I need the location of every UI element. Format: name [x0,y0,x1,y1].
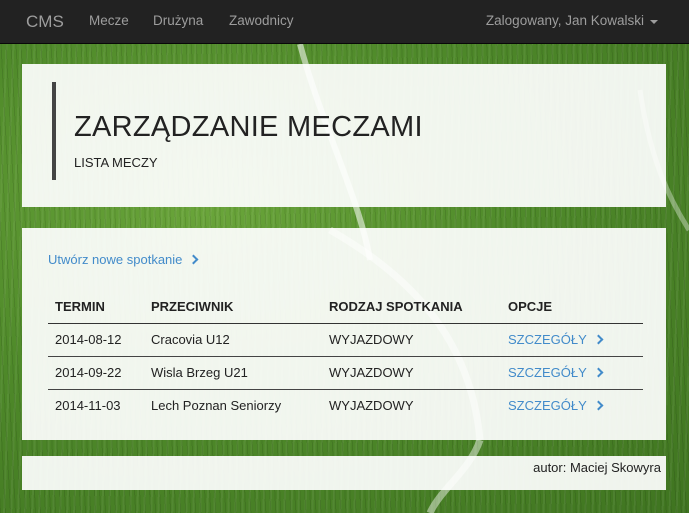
top-navbar: CMS Mecze Drużyna Zawodnicy Zalogowany, … [0,0,689,44]
match-type: WYJAZDOWY [322,356,501,390]
column-header-options: OPCJE [501,290,643,324]
create-match-link[interactable]: Utwórz nowe spotkanie [48,252,199,267]
page-header-panel: ZARZĄDZANIE MECZAMI LISTA MECZY [22,64,666,207]
chevron-right-icon [593,334,604,345]
match-opponent: Cracovia U12 [144,323,322,357]
author-credit: autor: Maciej Skowyra [533,460,661,475]
details-link[interactable]: SZCZEGÓŁY [508,332,604,347]
page-subtitle: LISTA MECZY [74,155,158,170]
nav-link-team[interactable]: Drużyna [153,13,203,28]
matches-table: TERMIN PRZECIWNIK RODZAJ SPOTKANIA OPCJE… [48,290,643,422]
details-link[interactable]: SZCZEGÓŁY [508,365,604,380]
match-date: 2014-09-22 [48,356,144,390]
match-options-cell: SZCZEGÓŁY [501,356,643,390]
match-options-cell: SZCZEGÓŁY [501,323,643,357]
details-label: SZCZEGÓŁY [508,332,587,347]
chevron-right-icon [593,400,604,411]
table-row: 2014-09-22 Wisla Brzeg U21 WYJAZDOWY SZC… [48,356,643,390]
match-type: WYJAZDOWY [322,323,501,357]
match-opponent: Wisla Brzeg U21 [144,356,322,390]
page-title: ZARZĄDZANIE MECZAMI [74,111,423,143]
match-date: 2014-08-12 [48,323,144,357]
caret-down-icon [650,19,658,24]
match-opponent: Lech Poznan Seniorzy [151,398,282,414]
details-label: SZCZEGÓŁY [508,398,587,414]
column-header-date: TERMIN [48,290,144,324]
column-header-opponent: PRZECIWNIK [144,290,322,324]
details-label: SZCZEGÓŁY [508,365,587,380]
nav-link-matches[interactable]: Mecze [89,13,129,28]
table-row: 2014-11-03 Lech Poznan Seniorzy WYJAZDOW… [48,389,643,422]
details-link[interactable]: SZCZEGÓŁY [508,398,604,414]
header-accent-bar [52,82,56,180]
table-row: 2014-08-12 Cracovia U12 WYJAZDOWY SZCZEG… [48,323,643,357]
chevron-right-icon [593,367,604,378]
nav-link-players[interactable]: Zawodnicy [229,13,294,28]
create-match-label: Utwórz nowe spotkanie [48,252,183,267]
user-menu-label: Zalogowany, Jan Kowalski [485,13,644,28]
chevron-right-icon [188,254,199,265]
user-menu-dropdown[interactable]: Zalogowany, Jan Kowalski [486,13,658,28]
match-list-panel: Utwórz nowe spotkanie TERMIN PRZECIWNIK … [22,228,666,440]
brand-logo[interactable]: CMS [26,12,64,32]
footer-panel: autor: Maciej Skowyra [22,456,666,490]
column-header-type: RODZAJ SPOTKANIA [322,290,501,324]
match-type: WYJAZDOWY [329,398,414,414]
match-options-cell: SZCZEGÓŁY [501,389,643,422]
match-date: 2014-11-03 [55,398,121,414]
table-header-row: TERMIN PRZECIWNIK RODZAJ SPOTKANIA OPCJE [48,290,643,324]
